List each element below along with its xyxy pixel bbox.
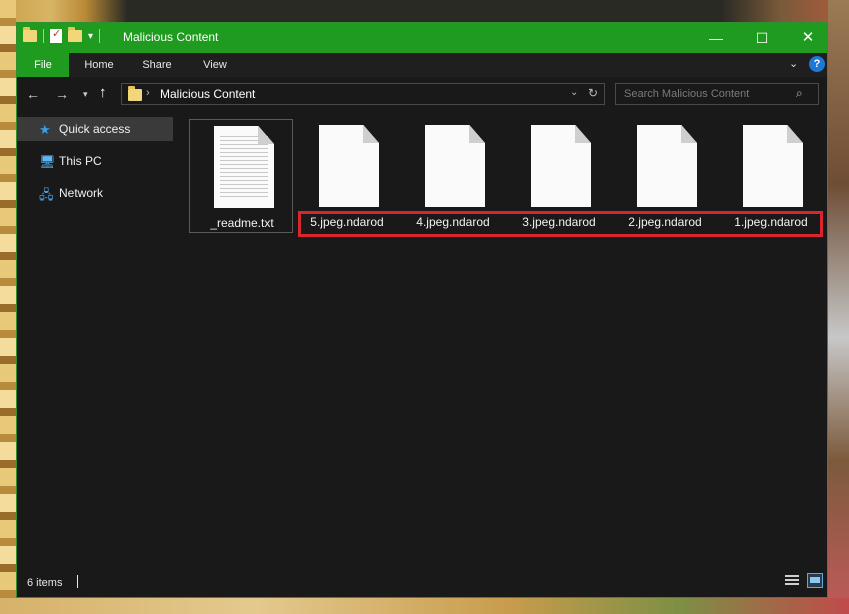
title-bar[interactable]: ▾ Malicious Content — ☐ ✕ [17, 23, 827, 53]
status-bar: 6 items [17, 569, 827, 597]
folder-icon[interactable] [23, 27, 37, 42]
forward-arrow-icon[interactable]: → [55, 86, 69, 102]
toolbar-divider [43, 29, 44, 43]
background-right [828, 0, 849, 614]
file-name: 2.jpeg.ndarod [628, 215, 702, 229]
breadcrumb-current[interactable]: Malicious Content [160, 87, 255, 101]
details-view-icon[interactable] [785, 575, 799, 587]
sidebar-item-this-pc[interactable]: 🖥 This PC [17, 149, 173, 173]
window-title: Malicious Content [123, 30, 219, 44]
status-divider [77, 575, 78, 588]
background-left [0, 0, 16, 614]
tab-view[interactable]: View [189, 53, 241, 77]
star-icon: ★ [39, 122, 51, 137]
file-item-1[interactable]: 1.jpeg.ndarod [719, 119, 823, 233]
quick-access-toolbar: ▾ [23, 27, 101, 43]
tab-share[interactable]: Share [131, 53, 183, 77]
toolbar-divider [99, 29, 101, 43]
explorer-window: ▾ Malicious Content — ☐ ✕ File Home Shar… [16, 22, 828, 598]
sidebar-item-label: Quick access [59, 122, 131, 136]
search-placeholder: Search Malicious Content [624, 88, 750, 100]
item-count: 6 items [27, 577, 63, 589]
file-item-5[interactable]: 5.jpeg.ndarod [295, 119, 399, 233]
navigation-bar: ← → ▾ ↑ › Malicious Content ⌄ ↻ Search M… [17, 77, 827, 111]
back-arrow-icon[interactable]: ← [26, 86, 40, 102]
navigation-pane: ★ Quick access 🖥 This PC 🖧 Network [17, 115, 173, 569]
ribbon-tabs: File Home Share View ⌄ ? [17, 53, 827, 77]
search-input[interactable]: Search Malicious Content ⌕ [615, 83, 819, 105]
maximize-button[interactable]: ☐ [739, 23, 785, 53]
help-icon[interactable]: ? [809, 56, 825, 72]
file-name: 4.jpeg.ndarod [416, 215, 490, 229]
refresh-icon[interactable]: ↻ [588, 86, 598, 100]
folder-icon [128, 86, 142, 101]
address-history-icon[interactable]: ⌄ [570, 87, 578, 98]
search-icon[interactable]: ⌕ [796, 86, 803, 101]
document-lines [220, 136, 268, 200]
recent-locations-icon[interactable]: ▾ [83, 89, 88, 100]
sidebar-item-network[interactable]: 🖧 Network [17, 181, 173, 205]
sidebar-item-quick-access[interactable]: ★ Quick access [17, 117, 173, 141]
sidebar-item-label: Network [59, 186, 104, 200]
properties-icon[interactable] [50, 27, 62, 43]
customize-toolbar-icon[interactable]: ▾ [88, 31, 93, 42]
file-item-readme[interactable]: _readme.txt [189, 119, 293, 233]
file-name: 5.jpeg.ndarod [310, 215, 384, 229]
file-item-4[interactable]: 4.jpeg.ndarod [401, 119, 505, 233]
breadcrumb-separator-icon[interactable]: › [146, 87, 150, 99]
new-folder-icon[interactable] [68, 27, 82, 42]
minimize-button[interactable]: — [693, 23, 739, 53]
expand-ribbon-icon[interactable]: ⌄ [789, 57, 798, 70]
sidebar-item-label: This PC [59, 154, 102, 168]
background-bottom [0, 598, 849, 614]
close-button[interactable]: ✕ [785, 23, 831, 53]
computer-icon: 🖥 [39, 154, 56, 169]
tab-home[interactable]: Home [73, 53, 125, 77]
network-icon: 🖧 [39, 187, 54, 202]
tab-file[interactable]: File [17, 53, 69, 77]
file-name: _readme.txt [210, 216, 274, 230]
file-name: 3.jpeg.ndarod [522, 215, 596, 229]
file-name: 1.jpeg.ndarod [734, 215, 808, 229]
address-bar[interactable]: › Malicious Content ⌄ ↻ [121, 83, 605, 105]
file-item-3[interactable]: 3.jpeg.ndarod [507, 119, 611, 233]
file-list: _readme.txt 5.jpeg.ndarod 4.jpeg.ndarod … [175, 115, 827, 569]
file-item-2[interactable]: 2.jpeg.ndarod [613, 119, 717, 233]
large-icons-view-icon[interactable] [807, 573, 823, 588]
up-arrow-icon[interactable]: ↑ [99, 84, 107, 101]
